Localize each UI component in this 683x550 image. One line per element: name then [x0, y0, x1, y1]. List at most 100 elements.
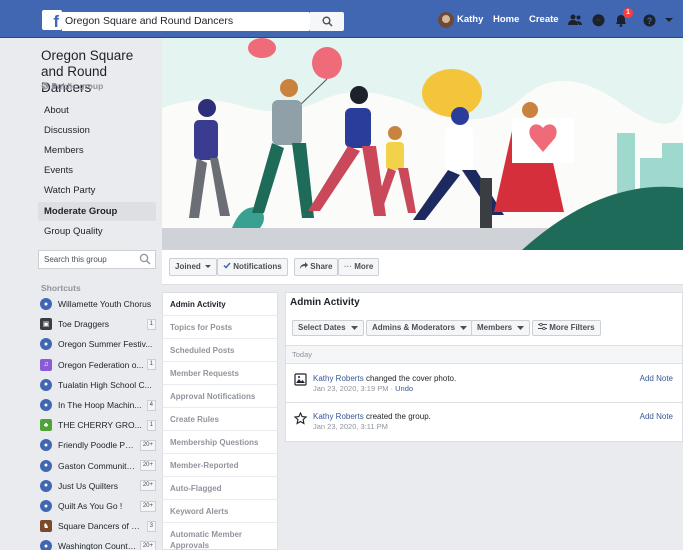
group-icon: ●: [40, 540, 52, 550]
entry-divider: [286, 402, 682, 403]
shortcut-count-badge: 1: [146, 359, 156, 371]
music-icon: ♫: [40, 358, 52, 371]
group-icon: ●: [40, 338, 52, 351]
select-dates-filter[interactable]: Select Dates: [292, 320, 364, 336]
nav-about[interactable]: About: [38, 101, 156, 120]
admin-menu-keyword-alerts[interactable]: Keyword Alerts: [163, 500, 277, 523]
shortcut-item[interactable]: ● Just Us Quilters 20+: [38, 478, 156, 494]
user-avatar[interactable]: [438, 12, 454, 28]
shortcut-item[interactable]: ♣ THE CHERRY GRO... 1: [38, 417, 156, 433]
shortcut-item[interactable]: ● Friendly Poodle Pe... 20+: [38, 437, 156, 453]
activity-entry-time: Jan 23, 2020, 3:11 PM: [313, 422, 388, 431]
search-icon[interactable]: [139, 253, 151, 265]
group-icon: ●: [40, 399, 52, 411]
shortcut-item[interactable]: ● In The Hoop Machin... 4: [38, 397, 156, 413]
nav-group-quality[interactable]: Group Quality: [38, 222, 156, 241]
shortcut-label: In The Hoop Machin...: [58, 400, 142, 410]
add-note-link[interactable]: Add Note: [640, 412, 673, 421]
shortcut-item[interactable]: ● Tualatin High School C...: [38, 377, 156, 393]
shortcut-label: Washington County...: [58, 541, 137, 550]
shortcut-count-badge: 20+: [139, 500, 156, 512]
activity-entry-text: Kathy Roberts changed the cover photo.: [313, 374, 457, 383]
shortcut-item[interactable]: ● Quilt As You Go ! 20+: [38, 498, 156, 514]
shortcut-label: Square Dancers of O...: [58, 521, 144, 532]
sliders-icon: [538, 322, 547, 331]
chevron-down-icon: [517, 326, 525, 330]
admin-menu-topics-for-posts[interactable]: Topics for Posts: [163, 316, 277, 339]
group-privacy-label: Public group: [41, 81, 103, 91]
actor-link[interactable]: Kathy Roberts: [313, 374, 364, 383]
admin-activity-panel: Admin Activity Select Dates Admins & Mod…: [285, 292, 683, 346]
share-arrow-icon: [300, 262, 308, 269]
shortcut-item[interactable]: ● Washington County... 20+: [38, 538, 156, 550]
group-icon: ●: [40, 459, 52, 472]
admin-tools-menu: Admin Activity Topics for Posts Schedule…: [162, 292, 278, 550]
activity-entry-time: Jan 23, 2020, 3:19 PM · Undo: [313, 384, 414, 393]
cover-photo[interactable]: [162, 38, 683, 250]
group-icon: ●: [40, 298, 52, 310]
create-link[interactable]: Create: [529, 13, 559, 26]
shortcuts-heading: Shortcuts: [41, 283, 81, 293]
shortcut-item[interactable]: ● Gaston Community... 20+: [38, 458, 156, 474]
shortcut-label: Willamette Youth Chorus: [58, 299, 152, 309]
star-icon: [294, 412, 307, 425]
nav-watch-party[interactable]: Watch Party: [38, 181, 156, 200]
joined-button[interactable]: Joined: [169, 258, 218, 276]
home-link[interactable]: Home: [493, 13, 519, 26]
admin-menu-member-reported[interactable]: Member-Reported: [163, 454, 277, 477]
messenger-icon[interactable]: [590, 12, 606, 28]
account-menu-chevron-down-icon[interactable]: [661, 12, 677, 28]
admin-menu-member-requests[interactable]: Member Requests: [163, 362, 277, 385]
undo-link[interactable]: Undo: [395, 384, 413, 393]
admin-menu-create-rules[interactable]: Create Rules: [163, 408, 277, 431]
search-input[interactable]: Oregon Square and Round Dancers: [62, 12, 310, 31]
tree-icon: ♣: [40, 419, 52, 432]
admin-menu-auto-flagged[interactable]: Auto-Flagged: [163, 477, 277, 500]
admin-menu-membership-questions[interactable]: Membership Questions: [163, 431, 277, 454]
add-note-link[interactable]: Add Note: [640, 374, 673, 383]
shortcut-item[interactable]: ♫ Oregon Federation o... 1: [38, 357, 156, 373]
activity-entry-text: Kathy Roberts created the group.: [313, 412, 431, 421]
shortcut-label: Gaston Community...: [58, 460, 137, 471]
checkmark-icon: [223, 262, 231, 269]
chevron-down-icon: [350, 326, 358, 330]
admin-menu-admin-activity[interactable]: Admin Activity: [163, 293, 277, 316]
friend-requests-icon[interactable]: [567, 12, 583, 28]
shortcut-count-badge: 1: [146, 318, 156, 330]
date-group-header: Today: [286, 346, 682, 364]
nav-events[interactable]: Events: [38, 161, 156, 180]
nav-moderate-group[interactable]: Moderate Group: [38, 202, 156, 221]
actor-link[interactable]: Kathy Roberts: [313, 412, 364, 421]
shortcut-item[interactable]: ● Oregon Summer Festiv...: [38, 336, 156, 352]
cover-illustration: [162, 38, 683, 250]
group-icon: ●: [40, 378, 52, 391]
shortcut-item[interactable]: ● Willamette Youth Chorus: [38, 296, 156, 312]
photo-icon: ▣: [40, 318, 52, 331]
facebook-logo-icon[interactable]: f: [42, 10, 62, 30]
dancer-icon: ♞: [40, 520, 52, 533]
admins-moderators-filter[interactable]: Admins & Moderators: [366, 320, 474, 336]
share-button[interactable]: Share: [294, 258, 339, 276]
nav-discussion[interactable]: Discussion: [38, 121, 156, 140]
shortcut-item[interactable]: ▣ Toe Draggers 1: [38, 316, 156, 332]
admin-menu-approval-notifications[interactable]: Approval Notifications: [163, 385, 277, 408]
help-icon[interactable]: ?: [641, 12, 657, 28]
profile-link[interactable]: Kathy: [457, 13, 483, 26]
shortcut-label: Oregon Summer Festiv...: [58, 339, 153, 350]
chevron-down-icon: [205, 265, 212, 268]
globe-icon: [41, 82, 49, 90]
group-icon: ●: [40, 479, 52, 492]
notifications-button[interactable]: Notifications: [217, 258, 288, 276]
top-navigation-bar: f Oregon Square and Round Dancers Kathy …: [0, 0, 683, 38]
group-icon: ●: [40, 439, 52, 452]
more-button[interactable]: ··· More: [338, 258, 380, 276]
shortcut-count-badge: 20+: [139, 480, 156, 492]
shortcut-item[interactable]: ♞ Square Dancers of O... 3: [38, 518, 156, 534]
admin-menu-automatic-member-approvals[interactable]: Automatic Member Approvals: [163, 523, 277, 550]
admin-menu-scheduled-posts[interactable]: Scheduled Posts: [163, 339, 277, 362]
more-filters-button[interactable]: More Filters: [532, 320, 601, 336]
notification-count-badge: 1: [623, 8, 633, 18]
search-button[interactable]: [310, 12, 344, 31]
members-filter[interactable]: Members: [471, 320, 531, 336]
nav-members[interactable]: Members: [38, 141, 156, 160]
